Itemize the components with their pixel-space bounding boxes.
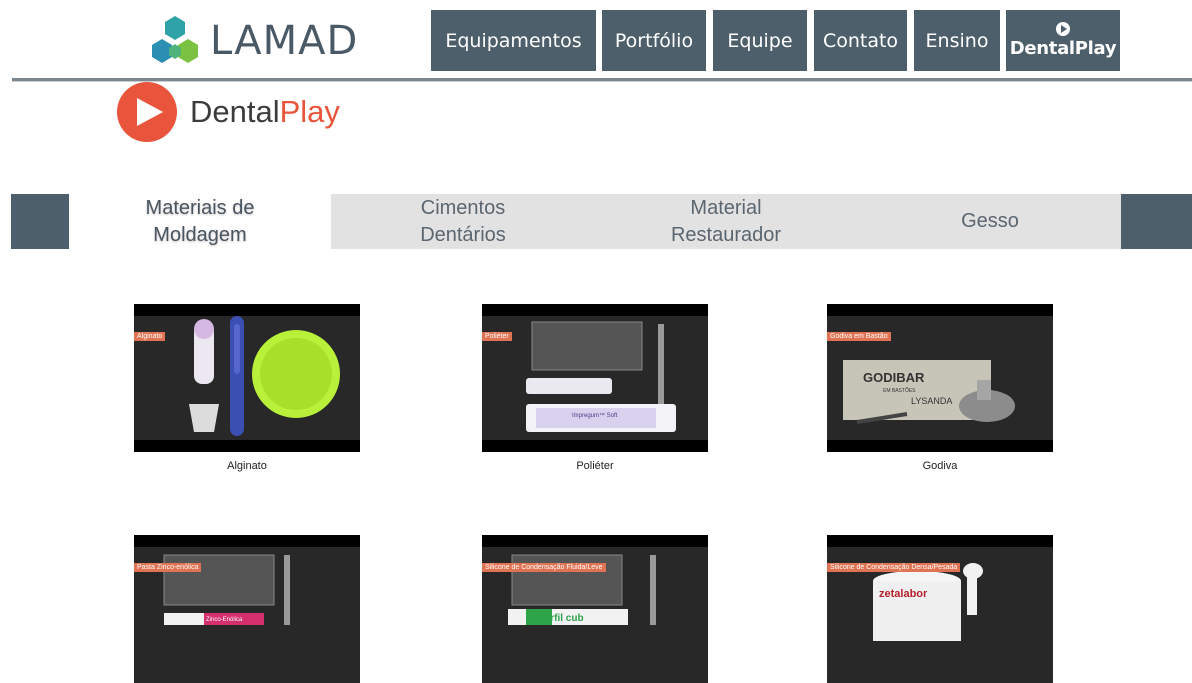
video-card-godiva[interactable]: GODIBAR EM BASTÕES LYSANDA Godiva em Bas…: [827, 304, 1053, 472]
polieter-illustration: Impregum™ Soft: [526, 321, 676, 432]
video-thumbnail[interactable]: GODIBAR EM BASTÕES LYSANDA Godiva em Bas…: [827, 304, 1053, 452]
zetalabor-label: zetalabor: [879, 588, 928, 600]
zinco-label: Zinco-Enólica: [206, 617, 243, 623]
dentalplay-title: DentalPlay: [190, 94, 340, 130]
letterbox-bottom: [482, 440, 708, 452]
brand-name: LAMAD: [210, 18, 359, 64]
tab-label: Cimentos Dentários: [420, 196, 506, 246]
tab-label: Materiais de Moldagem: [145, 196, 255, 246]
video-card-alginato[interactable]: Alginato Alginato: [134, 304, 360, 472]
play-icon: [1056, 22, 1070, 36]
tab-gesso[interactable]: Gesso: [890, 194, 1090, 249]
video-thumbnail[interactable]: Impregum™ Soft Poliéter: [482, 304, 708, 452]
tab-materiais-de-moldagem[interactable]: Materiais de Moldagem: [100, 194, 300, 249]
video-card-polieter[interactable]: Impregum™ Soft Poliéter Poliéter: [482, 304, 708, 472]
video-tag: Silicone de Condensação Densa/Pesada: [827, 563, 961, 572]
nav-ensino[interactable]: Ensino: [914, 10, 1000, 71]
letterbox-top: [134, 535, 360, 547]
video-card-silicone-fluida-leve[interactable]: Perfil cub Silicone de Condensação Fluid…: [482, 535, 708, 683]
video-card-pasta-zinco-enolica[interactable]: Zinco-Enólica Pasta Zinco-enólica: [134, 535, 360, 683]
video-caption: Poliéter: [576, 460, 614, 472]
dentalplay-brand: DentalPlay: [117, 82, 340, 142]
tab-label: Material Restaurador: [670, 196, 782, 246]
tab-label: Gesso: [961, 210, 1019, 232]
video-thumbnail[interactable]: Alginato: [134, 304, 360, 452]
video-caption: Alginato: [227, 460, 267, 472]
perfil-label: Perfil cub: [538, 613, 584, 624]
video-card-silicone-densa-pesada[interactable]: zetalabor Silicone de Condensação Densa/…: [827, 535, 1053, 683]
tabs-right-block: [1121, 194, 1192, 249]
nav-contato[interactable]: Contato: [814, 10, 907, 71]
lysanda-label: LYSANDA: [911, 396, 952, 406]
godibar-sub-label: EM BASTÕES: [883, 387, 916, 394]
video-tag: Pasta Zinco-enólica: [134, 563, 202, 572]
silicone-densa-illustration: zetalabor: [873, 563, 983, 641]
letterbox-bottom: [134, 440, 360, 452]
godibar-label: GODIBAR: [863, 370, 925, 385]
video-tag: Poliéter: [482, 332, 512, 341]
video-caption: Godiva: [922, 460, 958, 472]
video-thumbnail[interactable]: Perfil cub Silicone de Condensação Fluid…: [482, 535, 708, 683]
letterbox-top: [827, 304, 1053, 316]
nav-portfolio[interactable]: Portfólio: [602, 10, 706, 71]
video-tag: Silicone de Condensação Fluida/Leve: [482, 563, 606, 572]
nav-equipamentos[interactable]: Equipamentos: [431, 10, 596, 71]
tab-material-restaurador[interactable]: Material Restaurador: [620, 194, 832, 249]
silicone-leve-illustration: Perfil cub: [508, 554, 656, 625]
video-tag: Alginato: [134, 332, 166, 341]
nav-dentalplay[interactable]: DentalPlay: [1006, 10, 1120, 71]
nav-dentalplay-label: DentalPlay: [1009, 38, 1117, 59]
dentalplay-play-icon: [117, 82, 177, 142]
tab-cimentos-dentarios[interactable]: Cimentos Dentários: [360, 194, 566, 249]
lamad-logo[interactable]: LAMAD: [148, 13, 358, 69]
video-thumbnail[interactable]: Zinco-Enólica Pasta Zinco-enólica: [134, 535, 360, 683]
dentalplay-title-prefix: Dental: [190, 94, 280, 129]
zinco-illustration: Zinco-Enólica: [163, 554, 290, 625]
letterbox-top: [482, 535, 708, 547]
video-tag: Godiva em Bastão: [827, 332, 891, 341]
dentalplay-title-suffix: Play: [279, 94, 340, 129]
alginato-illustration: [189, 316, 340, 436]
letterbox-top: [482, 304, 708, 316]
impregum-label: Impregum™ Soft: [572, 412, 618, 419]
letterbox-bottom: [827, 440, 1053, 452]
tabs-left-block: [11, 194, 69, 249]
nav-equipe[interactable]: Equipe: [713, 10, 807, 71]
letterbox-top: [827, 535, 1053, 547]
letterbox-top: [134, 304, 360, 316]
godiva-illustration: GODIBAR EM BASTÕES LYSANDA: [843, 360, 1015, 424]
video-thumbnail[interactable]: zetalabor Silicone de Condensação Densa/…: [827, 535, 1053, 683]
hexagon-logo-icon: [152, 16, 198, 63]
